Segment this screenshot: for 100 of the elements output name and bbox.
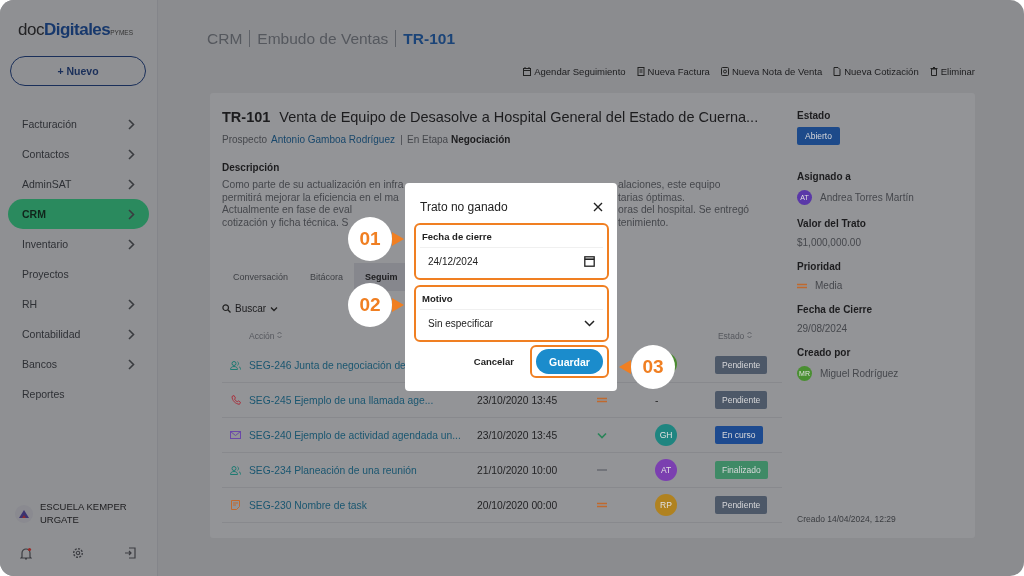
table-row[interactable]: SEG-240 Ejemplo de actividad agendada un... 23/10/2020 13:45 GH En curso [222,418,782,454]
table-cell: - [655,394,659,406]
invoice-icon [636,67,645,77]
deal-title: Venta de Equipo de Desasolve a Hospital General del Estado de Cuerna... [279,109,759,126]
nav-item[interactable]: Reportes [8,379,149,409]
field-label: Valor del Trato [797,218,867,230]
chevron-icon [128,148,135,160]
field-label: Estado [797,110,832,122]
action-link[interactable]: Nueva Factura [636,66,710,78]
people-icon [230,465,241,475]
description-text: Como parte de su actualización en infra [222,179,405,192]
status-badge: Pendiente [715,391,768,410]
description-text: tenimiento. [618,216,670,230]
pointer-icon [392,232,404,246]
chevron-down-icon [270,305,279,312]
prospect-label: Prospecto [222,134,268,146]
action-link[interactable]: Nueva Nota de Venta [720,66,823,78]
chevron-icon [128,358,135,370]
avatar: RP [655,494,677,517]
status-badge: Finalizado [715,461,768,480]
status-badge: En curso [715,426,763,445]
nav-item[interactable]: AdminSAT [8,169,149,199]
description-text: Actualmente en fase de eval [222,204,353,217]
prospect-link[interactable]: Antonio Gamboa Rodríguez [271,134,395,146]
nav-item[interactable]: CRM [8,199,149,229]
action-title[interactable]: SEG-234 Planeación de una reunión [249,464,477,476]
date-field[interactable]: 24/12/2024 [420,247,603,274]
description-text: cotización y ficha técnica. S [222,216,350,230]
pointer-icon [392,298,404,312]
calendar-icon [523,67,532,77]
field-label: Asignado a [797,171,852,183]
action-title[interactable]: SEG-245 Ejemplo de una llamada age... [249,394,477,406]
table-cell: 21/10/2020 10:00 [477,464,558,476]
receipt-icon [720,67,729,77]
nav-item[interactable]: RH [8,289,149,319]
field-label: Fecha de cierre [421,230,493,242]
action-title[interactable]: SEG-240 Ejemplo de actividad agendada un... [249,429,477,441]
search-button[interactable]: Buscar [222,303,279,315]
organization-name: ESCUELA KEMPER URGATE [40,501,128,527]
calendar-icon[interactable] [584,255,595,267]
nav-item[interactable]: Facturación [8,109,149,139]
chevron-down-icon [584,319,595,327]
logout-icon[interactable] [124,547,136,559]
avatar: AT [655,459,677,482]
section-heading: Descripción [222,162,281,174]
chevron-icon [128,118,135,130]
organization-logo [15,505,33,524]
field-label: Creado por [797,347,852,359]
status-badge: Pendiente [715,356,768,375]
nav-item[interactable]: Proyectos [8,259,149,289]
table-cell: 23/10/2020 13:45 [477,394,558,406]
avatar: GH [655,424,677,447]
nav-item[interactable]: Contabilidad [8,319,149,349]
field-value: 29/08/2024 [797,323,849,335]
nav-item[interactable]: Bancos [8,349,149,379]
field-value: $1,000,000.00 [797,237,862,249]
note-icon [231,500,240,511]
table-row[interactable]: SEG-234 Planeación de una reunión 21/10/2020 10:00 AT Finalizado [222,453,782,489]
action-link[interactable]: Agendar Seguimiento [523,66,626,78]
field-value: Media [815,280,843,292]
table-row[interactable]: SEG-230 Nombre de task 20/10/2020 00:00 RP Pendiente [222,488,782,524]
field-label: Fecha de Cierre [797,304,874,316]
chevron-icon [128,328,135,340]
chevron-icon [128,238,135,250]
pointer-icon [619,360,631,374]
action-link[interactable]: Nueva Cotización [833,66,919,78]
created-date: Creado 14/04/2024, 12:29 [797,514,897,525]
dialog-title: Trato no ganado [420,200,508,214]
chevron-icon [128,298,135,310]
tab[interactable]: Conversación [222,263,300,292]
field-label: Prioridad [797,261,842,273]
field-label: Motivo [421,292,454,304]
settings-icon[interactable] [72,547,84,559]
chevron-icon [128,178,135,190]
action-title[interactable]: SEG-230 Nombre de task [249,499,477,511]
stage-text: En Etapa Negociación [401,134,511,145]
close-icon[interactable] [593,202,603,212]
status-badge[interactable]: Abierto [797,127,840,146]
creator-name: Miguel Rodríguez [820,368,899,380]
breadcrumb-item[interactable]: TR-101 [395,30,462,48]
bell-icon[interactable] [20,547,32,560]
search-icon [222,304,231,314]
assignee-name: Andrea Torres Martín [820,192,914,204]
description-text: alaciones, este equipo [618,179,722,192]
description-text: tarias óptimas. [618,191,686,205]
nav-item[interactable]: Inventario [8,229,149,259]
status-badge: Pendiente [715,496,768,515]
description-text: oras del hospital. Se entregó [618,204,751,217]
people-icon [230,360,241,370]
deal-code: TR-101 [222,109,271,126]
description-text: permitirá mejorar la eficiencia en el ma [222,191,400,205]
reason-select[interactable]: Sin especificar [420,309,603,336]
nav-item[interactable]: Contactos [8,139,149,169]
phone-icon [230,395,241,406]
action-link[interactable]: Eliminar [929,66,975,78]
envelope-icon [230,431,241,440]
sort-icon [746,331,752,340]
cancel-button[interactable]: Cancelar [467,355,520,368]
trash-icon [929,67,938,77]
save-button[interactable]: Guardar [536,349,603,374]
